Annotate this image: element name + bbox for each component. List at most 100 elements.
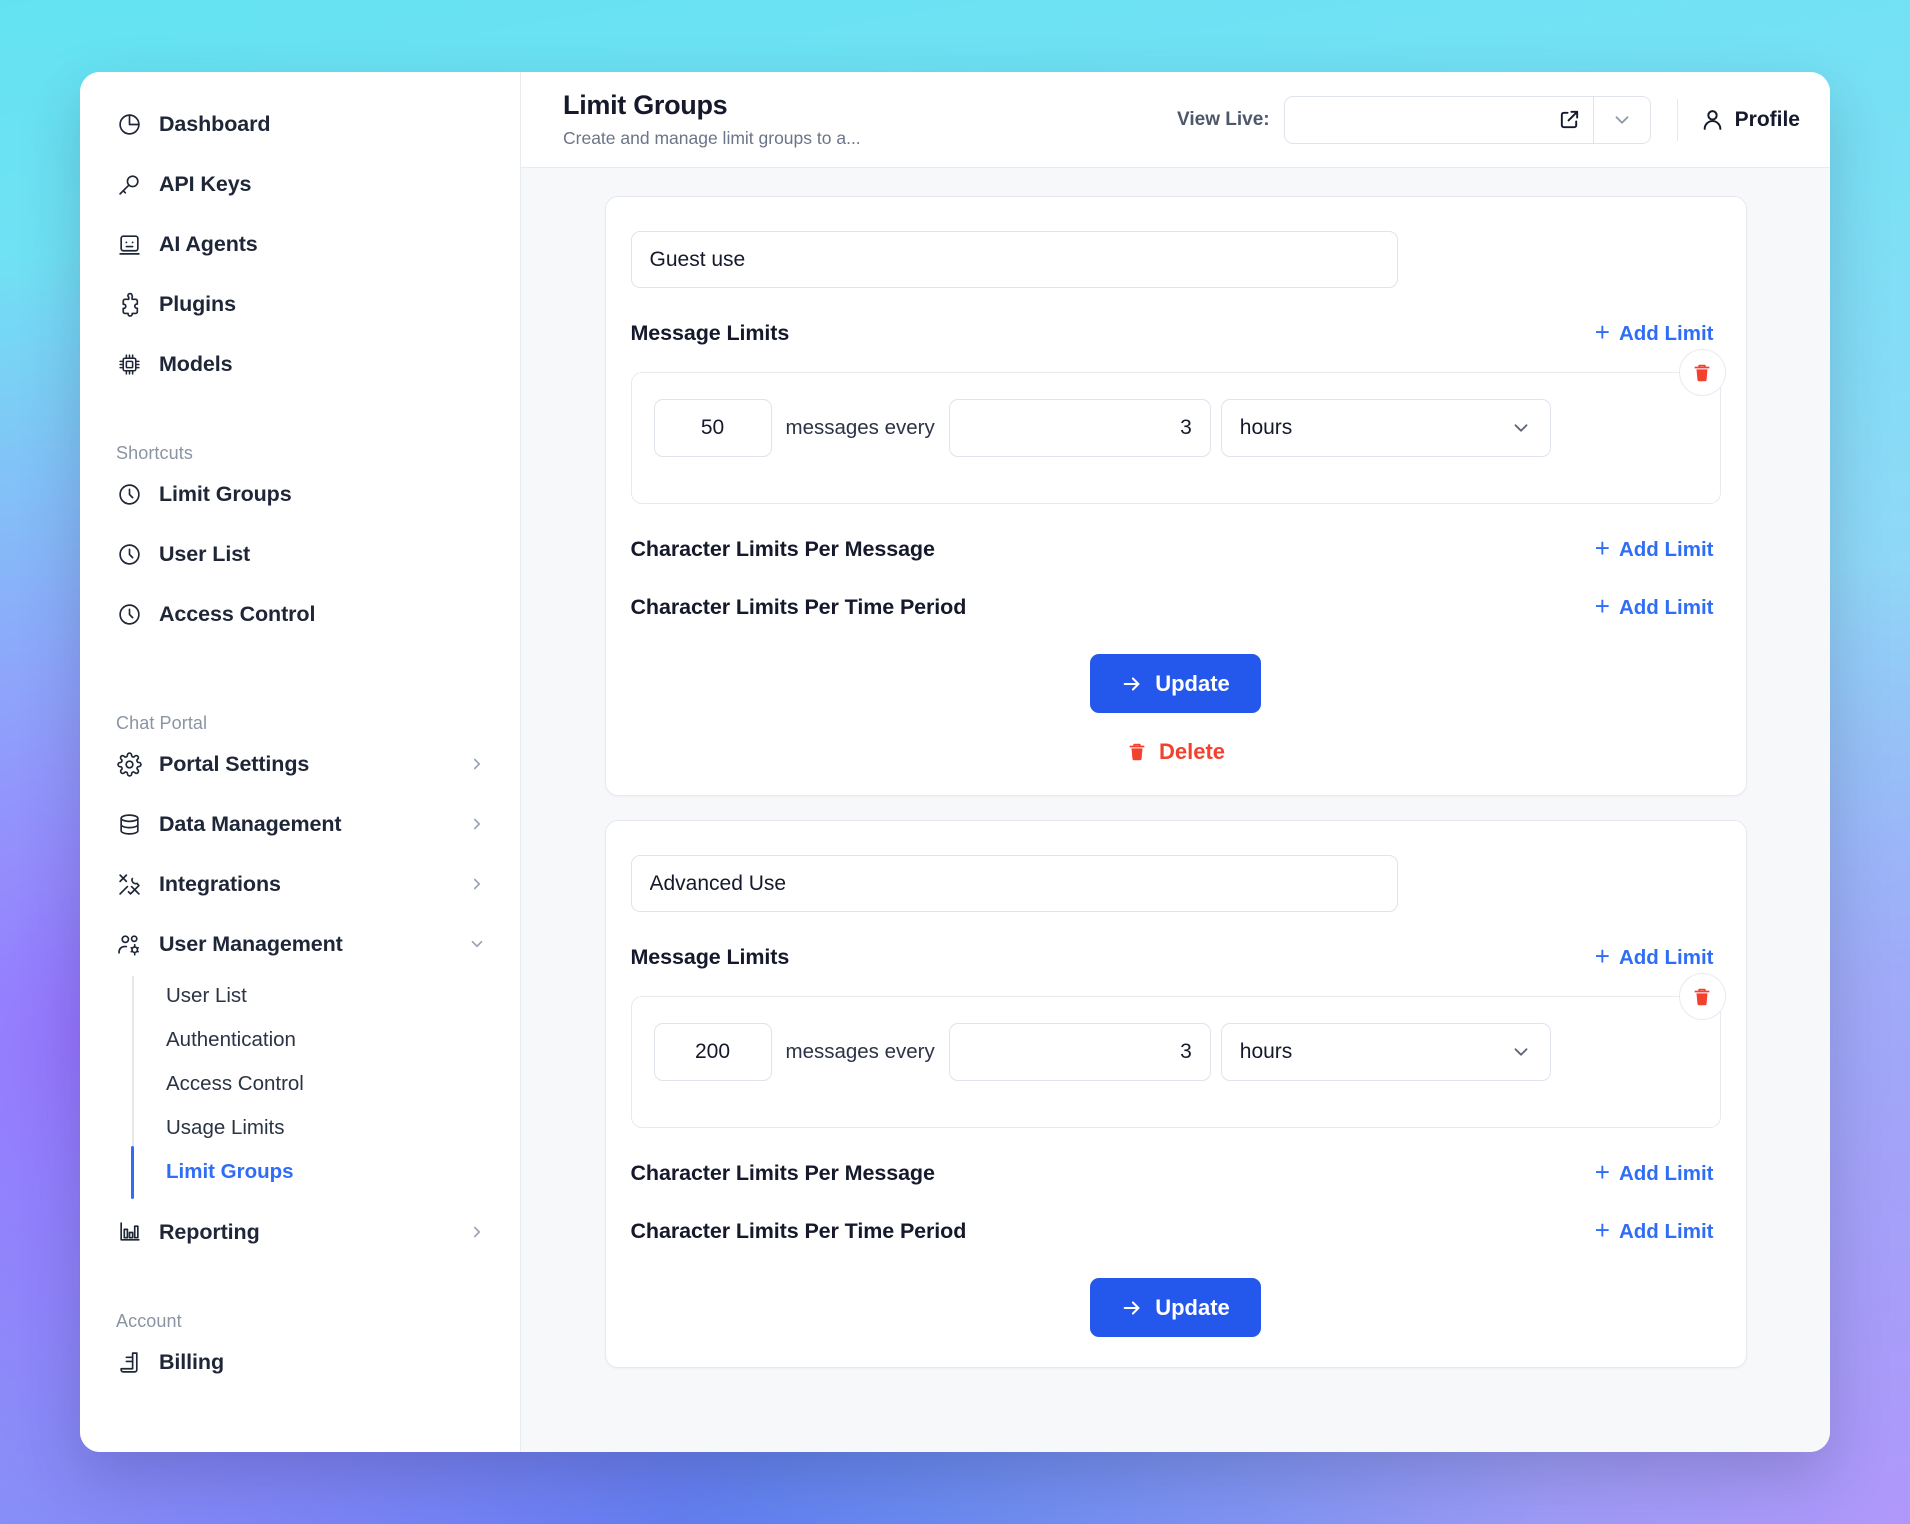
sidebar-item-models[interactable]: Models [80,334,520,394]
clock-icon [116,481,142,507]
char-limits-per-message-header: Character Limits Per Message + Add Limit [630,533,1721,564]
messages-every-label: messages every [785,416,935,439]
period-unit-select[interactable]: hours [1220,1023,1551,1081]
sidebar-item-label: Access Control [159,601,316,626]
page-title: Limit Groups [563,90,728,121]
update-button-row: Update [631,654,1721,713]
gear-icon [116,751,142,777]
sidebar-item-user-management[interactable]: User Management [80,914,520,974]
message-limits-header: Message Limits + Add Limit [630,941,1721,972]
section-title: Message Limits [630,945,790,969]
submenu-item-user-list[interactable]: User List [132,974,520,1018]
chevron-right-icon [468,815,486,833]
title-block: Limit Groups Create and manage limit gro… [563,90,861,148]
update-button[interactable]: Update [1090,1278,1261,1337]
profile-label: Profile [1734,107,1800,131]
sidebar-item-data-management[interactable]: Data Management [80,794,520,854]
period-value-input[interactable] [948,1023,1211,1081]
trash-icon [1126,741,1148,763]
group-name-input[interactable] [630,231,1398,288]
add-limit-label: Add Limit [1618,595,1714,619]
profile-button[interactable]: Profile [1700,107,1800,132]
section-title: Character Limits Per Message [630,537,935,561]
delete-limit-button[interactable] [1678,349,1726,396]
section-title: Character Limits Per Time Period [630,1219,967,1243]
add-char-per-time-limit-button[interactable]: + Add Limit [1595,1217,1714,1244]
message-count-input[interactable] [653,1023,772,1081]
section-title: Message Limits [630,321,790,345]
update-label: Update [1155,670,1230,696]
period-unit-select[interactable]: hours [1220,399,1551,457]
sidebar-item-api-keys[interactable]: API Keys [80,154,520,214]
group-name-input[interactable] [630,855,1398,912]
chevron-down-icon[interactable] [1592,96,1650,143]
add-limit-label: Add Limit [1618,321,1714,345]
external-link-icon[interactable] [1547,97,1593,143]
add-char-per-time-limit-button[interactable]: + Add Limit [1595,593,1714,620]
sidebar-item-label: User Management [159,931,343,956]
main-area: Limit Groups Create and manage limit gro… [521,72,1830,1452]
plus-icon: + [1594,533,1610,564]
message-count-input[interactable] [653,399,772,457]
submenu-item-usage-limits[interactable]: Usage Limits [132,1106,520,1150]
robot-face-icon [116,231,142,257]
delete-group-button[interactable]: Delete [1126,739,1225,765]
sidebar-item-dashboard[interactable]: Dashboard [80,94,520,154]
chip-icon [116,351,142,377]
submenu-item-authentication[interactable]: Authentication [132,1018,520,1062]
update-label: Update [1155,1294,1230,1320]
sidebar-item-portal-settings[interactable]: Portal Settings [80,734,520,794]
add-char-per-message-limit-button[interactable]: + Add Limit [1595,1159,1714,1186]
period-value-input[interactable] [948,399,1211,457]
limit-row: messages every hours [653,1023,1698,1081]
sidebar-item-label: Models [159,351,233,376]
add-message-limit-button[interactable]: + Add Limit [1594,941,1714,972]
app-window: Dashboard API Keys AI Agents Plugins Mod [80,72,1830,1452]
message-limit-row-box: messages every hours [630,349,1726,504]
delete-limit-button[interactable] [1678,973,1726,1020]
chevron-down-icon [1510,417,1532,439]
sidebar-item-limit-groups-shortcut[interactable]: Limit Groups [80,464,520,524]
add-limit-label: Add Limit [1618,1219,1714,1243]
arrow-right-icon [1121,673,1143,695]
message-limits-header: Message Limits + Add Limit [630,319,1721,346]
limit-group-card: Message Limits + Add Limit messages [604,196,1747,796]
puzzle-piece-icon [116,291,142,317]
add-message-limit-button[interactable]: + Add Limit [1595,319,1714,346]
submenu-item-limit-groups[interactable]: Limit Groups [131,1146,520,1199]
clock-icon [116,541,142,567]
sidebar-item-label: Reporting [159,1219,260,1244]
sidebar-section-account: Account [116,1311,182,1331]
add-limit-label: Add Limit [1618,537,1714,561]
sidebar-item-ai-agents[interactable]: AI Agents [80,214,520,274]
add-char-per-message-limit-button[interactable]: + Add Limit [1594,533,1714,564]
trash-icon [1691,986,1713,1008]
char-limits-per-time-header: Character Limits Per Time Period + Add L… [630,1217,1721,1244]
period-unit-value: hours [1239,416,1293,439]
section-title: Character Limits Per Time Period [630,595,967,619]
users-gear-icon [116,931,142,957]
sidebar-item-billing[interactable]: Billing [80,1332,520,1392]
update-button[interactable]: Update [1090,654,1261,713]
pie-chart-icon [116,111,142,137]
sidebar-item-label: Limit Groups [159,481,292,506]
tools-icon [116,871,142,897]
sidebar-item-plugins[interactable]: Plugins [80,274,520,334]
chevron-right-icon [468,875,486,893]
limit-group-card: Message Limits + Add Limit messages [604,820,1747,1368]
sidebar-item-reporting[interactable]: Reporting [80,1202,520,1262]
delete-button-row: Delete [631,739,1721,765]
sidebar-item-access-control-shortcut[interactable]: Access Control [80,584,520,644]
user-management-submenu: User List Authentication Access Control … [131,974,520,1199]
receipt-icon [116,1349,142,1375]
sidebar-item-user-list-shortcut[interactable]: User List [80,524,520,584]
content-scroll-area[interactable]: Message Limits + Add Limit messages [521,168,1830,1452]
period-unit-value: hours [1239,1040,1293,1063]
plus-icon: + [1594,941,1610,972]
database-icon [116,811,142,837]
sidebar-item-integrations[interactable]: Integrations [80,854,520,914]
clock-icon [116,601,142,627]
view-live-label: View Live: [1177,108,1270,130]
page-header: Limit Groups Create and manage limit gro… [521,72,1830,168]
submenu-item-access-control[interactable]: Access Control [132,1062,520,1106]
